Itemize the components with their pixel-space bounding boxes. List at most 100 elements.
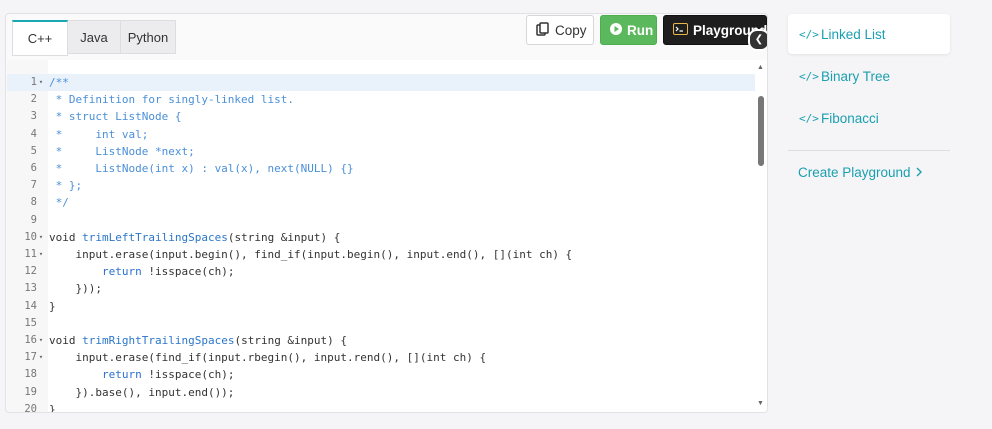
- create-playground-label: Create Playground: [798, 165, 911, 180]
- code-line[interactable]: 18 return !isspace(ch);: [7, 366, 755, 383]
- line-number: 16: [24, 334, 37, 346]
- code-text: }: [49, 402, 56, 412]
- run-button[interactable]: Run: [600, 15, 657, 45]
- code-line[interactable]: 14}: [7, 298, 755, 315]
- code-area[interactable]: ▲ ▼ 1 ▾/** 2 * Definition for singly-linke…: [7, 60, 767, 412]
- run-label: Run: [627, 22, 654, 38]
- code-line[interactable]: 6 * ListNode(int x) : val(x), next(NULL)…: [7, 160, 755, 177]
- line-number: 14: [24, 299, 37, 312]
- function-name: trimRightTrailingSpaces: [82, 334, 235, 347]
- sidebar-divider: [788, 150, 950, 151]
- sidebar-item-label: Linked List: [821, 26, 886, 42]
- code-line[interactable]: 12 return !isspace(ch);: [7, 263, 755, 280]
- code-text: return !isspace(ch);: [49, 366, 234, 383]
- code-line[interactable]: 19 }).base(), input.end());: [7, 384, 755, 401]
- code-text: */: [49, 196, 69, 210]
- fold-icon[interactable]: ▾: [37, 332, 45, 349]
- code-token: !isspace(ch);: [141, 265, 235, 279]
- code-editor-card: C++ Java Python Copy Run Playground ▲ ▼ …: [5, 13, 768, 413]
- code-text: return !isspace(ch);: [49, 263, 234, 280]
- examples-sidebar: </> Linked List </> Binary Tree </> Fibo…: [788, 14, 950, 180]
- create-playground-link[interactable]: Create Playground: [788, 165, 950, 180]
- function-name: trimLeftTrailingSpaces: [82, 230, 228, 244]
- code-icon: </>: [799, 111, 819, 125]
- line-number: 11: [24, 248, 37, 260]
- code-text: /**: [49, 76, 69, 89]
- scroll-thumb[interactable]: [758, 96, 764, 166]
- tab-java[interactable]: Java: [68, 20, 121, 54]
- code-icon: </>: [799, 27, 819, 41]
- terminal-icon: [673, 22, 688, 38]
- tab-cpp[interactable]: C++: [12, 20, 68, 56]
- copy-label: Copy: [555, 22, 587, 38]
- code-line[interactable]: 11 ▾ input.erase(input.begin(), find_if(i…: [7, 246, 755, 263]
- code-line[interactable]: 13 }));: [7, 280, 755, 297]
- line-number: 17: [24, 351, 37, 364]
- keyword: return: [101, 265, 142, 279]
- code-text: * int val;: [49, 127, 149, 141]
- sidebar-item-label: Fibonacci: [821, 110, 879, 126]
- code-text: input.erase(input.begin(), find_if(input…: [49, 248, 573, 261]
- code-line[interactable]: 5 * ListNode *next;: [7, 143, 755, 160]
- code-text: void trimLeftTrailingSpaces(string &inpu…: [49, 229, 340, 246]
- line-number: 8: [30, 196, 37, 209]
- line-number: 1: [30, 76, 37, 88]
- keyword: return: [101, 368, 142, 382]
- line-number: 20: [24, 402, 37, 412]
- code-line[interactable]: 7 * };: [7, 177, 755, 194]
- code-line[interactable]: 1 ▾ /**: [7, 74, 755, 92]
- fold-icon[interactable]: ▾: [37, 229, 45, 246]
- sidebar-item-label: Binary Tree: [821, 68, 891, 84]
- line-number: 4: [30, 127, 37, 140]
- fold-icon[interactable]: ▾: [37, 246, 45, 263]
- chevron-left-icon[interactable]: ❮: [748, 29, 767, 51]
- code-line[interactable]: 9: [7, 212, 755, 229]
- sidebar-item-linked-list[interactable]: </> Linked List: [788, 14, 950, 54]
- code-text: input.erase(find_if(input.rbegin(), inpu…: [49, 351, 487, 365]
- code-icon: </>: [799, 69, 819, 83]
- code-text: * ListNode *next;: [49, 144, 195, 158]
- code-line[interactable]: 17 ▾ input.erase(find_if(input.rbegin(), …: [7, 349, 755, 366]
- sidebar-item-fibonacci[interactable]: </> Fibonacci: [788, 98, 950, 138]
- code-text: * ListNode(int x) : val(x), next(NULL) {…: [49, 162, 354, 175]
- scroll-up-icon[interactable]: ▲: [756, 64, 765, 72]
- code-line[interactable]: 20}: [7, 401, 755, 412]
- code-line[interactable]: 2 * Definition for singly-linked list.: [7, 91, 755, 108]
- line-number: 19: [24, 385, 37, 398]
- copy-button[interactable]: Copy: [526, 15, 594, 45]
- code-line[interactable]: 8 */: [7, 194, 755, 211]
- code-token: !isspace(ch);: [141, 368, 235, 382]
- code-text: }));: [49, 282, 102, 296]
- code-token: void: [49, 334, 83, 347]
- fold-icon[interactable]: ▾: [37, 349, 45, 366]
- fold-icon[interactable]: ▾: [37, 74, 45, 91]
- line-number: 9: [30, 213, 37, 226]
- line-number: 10: [24, 230, 37, 243]
- line-number: 6: [30, 162, 37, 174]
- play-icon: [610, 22, 622, 38]
- code-text: }: [49, 299, 56, 313]
- scroll-down-icon[interactable]: ▼: [756, 400, 765, 408]
- tab-python[interactable]: Python: [121, 20, 176, 54]
- vertical-scrollbar[interactable]: ▲ ▼: [756, 64, 765, 408]
- line-number: 13: [24, 282, 37, 295]
- code-token: void: [49, 230, 83, 244]
- line-number: 15: [24, 316, 37, 329]
- code-line[interactable]: 16 ▾ void trimRightTrailingSpaces(string &…: [7, 332, 755, 349]
- code-text: * };: [49, 179, 83, 193]
- code-token: (string &input) {: [227, 230, 341, 244]
- chevron-right-icon: [915, 165, 923, 180]
- code-line[interactable]: 3 * struct ListNode {: [7, 108, 755, 125]
- code-text: }).base(), input.end());: [49, 385, 235, 399]
- code-line[interactable]: 4 * int val;: [7, 126, 755, 143]
- line-number: 7: [30, 179, 37, 192]
- sidebar-item-binary-tree[interactable]: </> Binary Tree: [788, 56, 950, 96]
- code-line[interactable]: 10 ▾ void trimLeftTrailingSpaces(string &i…: [7, 229, 755, 246]
- line-number: 2: [30, 93, 37, 106]
- line-number: 18: [24, 368, 37, 381]
- line-number: 5: [30, 144, 37, 157]
- code-line[interactable]: 15: [7, 315, 755, 332]
- code-text: * struct ListNode {: [49, 110, 182, 124]
